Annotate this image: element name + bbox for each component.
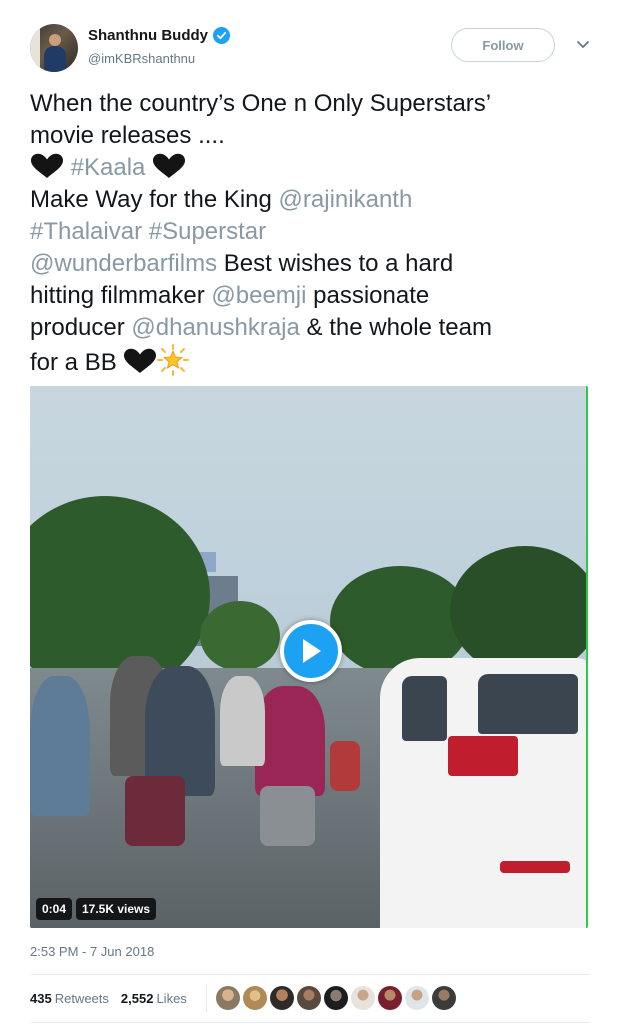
video-frame-taillight <box>448 736 518 776</box>
tweet-timestamp[interactable]: 2:53 PM - 7 Jun 2018 <box>30 944 154 959</box>
divider <box>30 1022 590 1023</box>
retweets-count[interactable]: 435 <box>30 991 52 1006</box>
tweet-text-span: passionate <box>306 282 430 309</box>
verified-badge-icon <box>213 27 230 44</box>
mention-link[interactable]: @wunderbarfilms <box>30 250 217 277</box>
video-frame-tree <box>450 546 588 676</box>
likes-count[interactable]: 2,552 <box>121 991 154 1006</box>
black-heart-icon <box>31 153 63 178</box>
mention-link[interactable]: @rajinikanth <box>279 186 413 213</box>
tweet-text: When the country’s One n Only Superstars… <box>30 88 595 379</box>
tweet-header: Shanthnu Buddy @imKBRshanthnu Follow <box>30 22 600 72</box>
tweet-text-span: producer <box>30 314 132 341</box>
video-views: 17.5K views <box>76 898 157 920</box>
liker-avatar[interactable] <box>243 986 267 1010</box>
follow-button[interactable]: Follow <box>451 28 555 62</box>
liker-avatar[interactable] <box>378 986 402 1010</box>
retweets-label[interactable]: Retweets <box>55 991 109 1006</box>
tweet-line: #Thalaivar #Superstar <box>30 216 595 248</box>
video-player[interactable]: 0:04 17.5K views <box>30 386 588 928</box>
liker-avatars <box>216 986 456 1010</box>
tweet-text-span: Best wishes to a hard <box>217 250 454 277</box>
video-frame-taillight <box>500 861 570 873</box>
video-frame-tree <box>200 601 280 671</box>
tweet-line: Make Way for the King @rajinikanth <box>30 184 595 216</box>
tweet-text-span: Make Way for the King <box>30 186 279 213</box>
liker-avatar[interactable] <box>432 986 456 1010</box>
tweet-line: producer @dhanushkraja & the whole team <box>30 312 595 344</box>
video-frame-scooter <box>260 786 315 846</box>
divider <box>30 974 590 975</box>
tweet-stats: 435 Retweets 2,552 Likes <box>30 988 187 1008</box>
mention-link[interactable]: @dhanushkraja <box>131 314 299 341</box>
tweet-line: movie releases .... <box>30 122 225 149</box>
tweet-line: @wunderbarfilms Best wishes to a hard <box>30 248 595 280</box>
video-frame-scooter <box>125 776 185 846</box>
video-frame-scooter <box>330 741 360 791</box>
hashtag-link[interactable]: #Superstar <box>149 218 266 245</box>
video-duration: 0:04 <box>36 898 73 920</box>
tweet-line: #Kaala <box>30 152 595 184</box>
hashtag-link[interactable]: #Kaala <box>71 154 146 181</box>
stats-separator <box>206 984 207 1012</box>
tweet-line: for a BB <box>30 344 595 379</box>
black-heart-icon <box>153 153 186 178</box>
liker-avatar[interactable] <box>405 986 429 1010</box>
chevron-down-icon[interactable] <box>575 36 591 52</box>
liker-avatar[interactable] <box>324 986 348 1010</box>
display-name[interactable]: Shanthnu Buddy <box>88 27 208 44</box>
likes-label[interactable]: Likes <box>156 991 186 1006</box>
video-frame-car-window <box>478 674 578 734</box>
video-frame-rider <box>255 686 325 796</box>
tweet-text-span: for a BB <box>30 349 124 376</box>
user-avatar[interactable] <box>30 24 78 72</box>
tweet-line: When the country’s One n Only Superstars… <box>30 90 492 117</box>
black-heart-icon <box>124 348 157 373</box>
play-icon[interactable] <box>280 620 342 682</box>
video-frame-car-window <box>402 676 447 741</box>
liker-avatar[interactable] <box>297 986 321 1010</box>
video-edge-line <box>586 386 588 928</box>
video-frame-rider <box>220 676 265 766</box>
user-handle[interactable]: @imKBRshanthnu <box>88 51 195 66</box>
video-frame-rider <box>30 676 90 816</box>
name-row: Shanthnu Buddy <box>88 27 230 44</box>
liker-avatar[interactable] <box>216 986 240 1010</box>
tweet-text-span: hitting filmmaker <box>30 282 212 309</box>
hashtag-link[interactable]: #Thalaivar <box>30 218 142 245</box>
glowing-star-icon <box>157 344 190 376</box>
liker-avatar[interactable] <box>270 986 294 1010</box>
tweet-line: hitting filmmaker @beemji passionate <box>30 280 595 312</box>
liker-avatar[interactable] <box>351 986 375 1010</box>
tweet-text-span: & the whole team <box>299 314 492 341</box>
mention-link[interactable]: @beemji <box>211 282 306 309</box>
